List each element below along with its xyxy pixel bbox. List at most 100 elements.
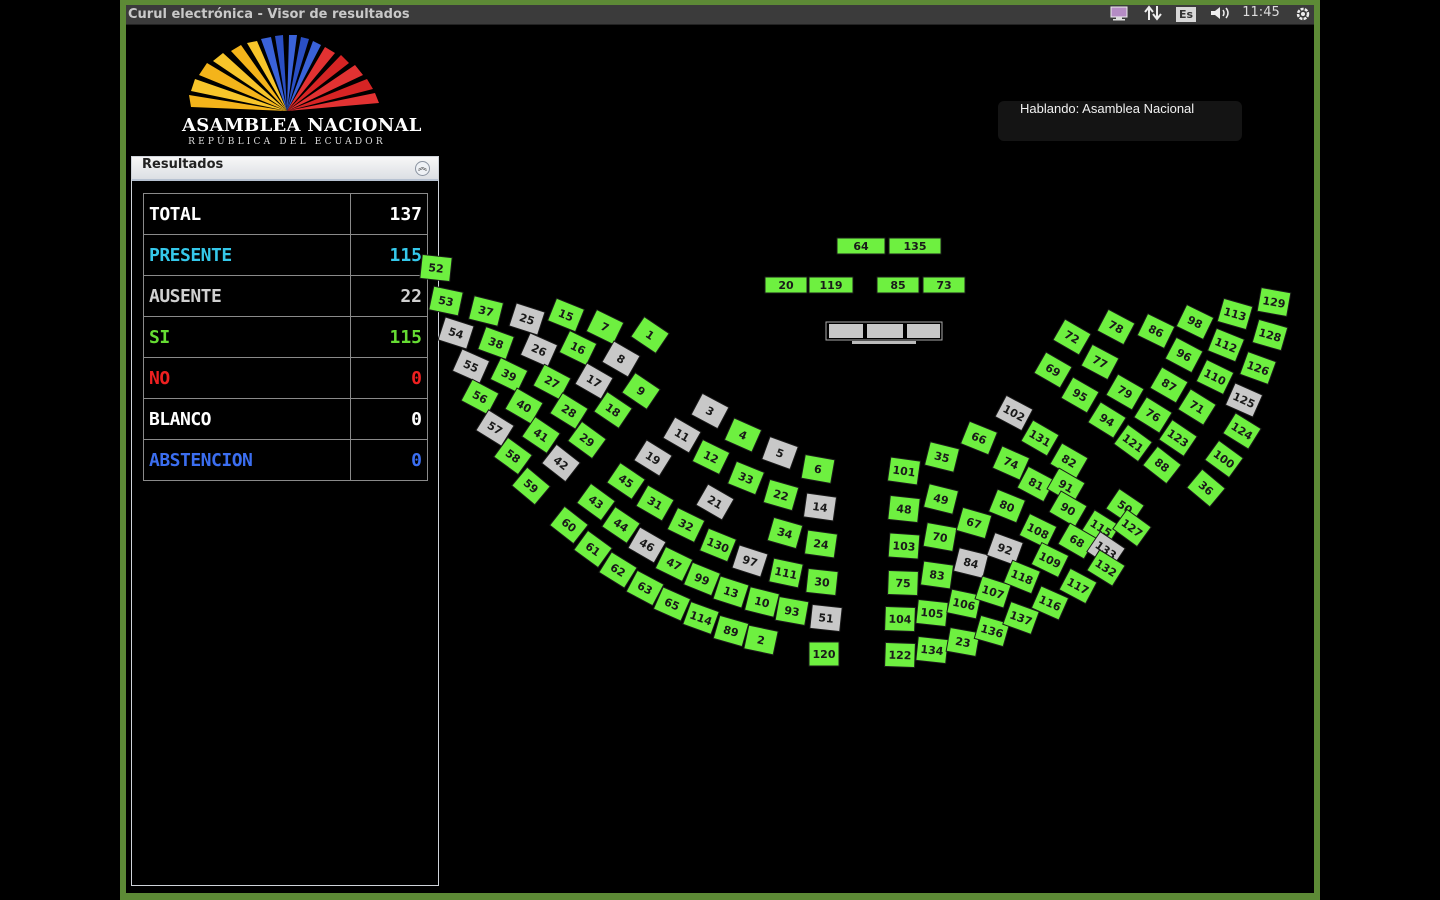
seat-101[interactable]: 101 xyxy=(886,456,922,486)
seat-92[interactable]: 92 xyxy=(986,531,1024,567)
seat-114[interactable]: 114 xyxy=(682,600,720,636)
seat-100[interactable]: 100 xyxy=(1204,439,1244,479)
seat-16[interactable]: 16 xyxy=(558,329,598,367)
seat-88[interactable]: 88 xyxy=(1142,445,1182,485)
seat-79[interactable]: 79 xyxy=(1105,373,1145,411)
seat-124[interactable]: 124 xyxy=(1222,412,1262,450)
seat-125[interactable]: 125 xyxy=(1224,382,1264,418)
seat-30[interactable]: 30 xyxy=(805,567,839,597)
seat-32[interactable]: 32 xyxy=(666,506,706,544)
monitor-icon[interactable] xyxy=(1108,5,1130,24)
clock[interactable]: 11:45 xyxy=(1240,5,1282,24)
seat-20[interactable]: 20 xyxy=(764,276,808,294)
seat-86[interactable]: 86 xyxy=(1136,312,1176,350)
seat-75[interactable]: 75 xyxy=(887,569,919,597)
seat-80[interactable]: 80 xyxy=(987,488,1027,524)
seat-108[interactable]: 108 xyxy=(1018,512,1058,550)
seat-25[interactable]: 25 xyxy=(508,302,546,336)
seat-94[interactable]: 94 xyxy=(1087,401,1127,439)
seat-113[interactable]: 113 xyxy=(1216,297,1254,331)
seat-67[interactable]: 67 xyxy=(955,506,993,540)
seat-2[interactable]: 2 xyxy=(743,624,779,656)
seat-5[interactable]: 5 xyxy=(761,435,799,471)
seat-1[interactable]: 1 xyxy=(630,315,670,355)
seat-7[interactable]: 7 xyxy=(585,308,625,346)
seat-103[interactable]: 103 xyxy=(887,532,921,560)
seat-121[interactable]: 121 xyxy=(1113,423,1153,463)
seat-4[interactable]: 4 xyxy=(723,417,763,453)
seat-69[interactable]: 69 xyxy=(1033,351,1073,389)
seat-54[interactable]: 54 xyxy=(437,316,475,350)
seat-77[interactable]: 77 xyxy=(1080,343,1120,381)
seat-21[interactable]: 21 xyxy=(695,483,735,521)
seat-13[interactable]: 13 xyxy=(712,575,750,609)
seat-96[interactable]: 96 xyxy=(1164,336,1204,374)
seat-64[interactable]: 64 xyxy=(836,237,886,255)
seat-131[interactable]: 131 xyxy=(1020,419,1060,457)
seat-52[interactable]: 52 xyxy=(419,253,453,283)
seat-126[interactable]: 126 xyxy=(1239,350,1277,386)
seat-111[interactable]: 111 xyxy=(768,557,804,589)
seat-135[interactable]: 135 xyxy=(888,237,942,255)
seat-45[interactable]: 45 xyxy=(606,461,646,501)
seat-19[interactable]: 19 xyxy=(633,439,673,477)
seat-23[interactable]: 23 xyxy=(945,626,981,658)
seat-53[interactable]: 53 xyxy=(428,285,464,317)
seat-104[interactable]: 104 xyxy=(884,605,916,633)
seat-34[interactable]: 34 xyxy=(766,516,804,550)
seat-37[interactable]: 37 xyxy=(467,295,505,327)
gear-icon[interactable] xyxy=(1292,5,1314,24)
seat-105[interactable]: 105 xyxy=(915,598,949,628)
seat-87[interactable]: 87 xyxy=(1149,366,1189,404)
seat-112[interactable]: 112 xyxy=(1206,327,1246,363)
seat-119[interactable]: 119 xyxy=(808,276,854,294)
seat-31[interactable]: 31 xyxy=(635,484,675,522)
seat-90[interactable]: 90 xyxy=(1048,490,1088,528)
seat-134[interactable]: 134 xyxy=(915,635,949,665)
seat-36[interactable]: 36 xyxy=(1186,468,1226,508)
seat-95[interactable]: 95 xyxy=(1060,376,1100,414)
seat-83[interactable]: 83 xyxy=(919,560,955,590)
seat-70[interactable]: 70 xyxy=(922,521,958,553)
seat-98[interactable]: 98 xyxy=(1175,303,1215,341)
seat-15[interactable]: 15 xyxy=(546,297,586,333)
seat-11[interactable]: 11 xyxy=(662,416,702,454)
seat-8[interactable]: 8 xyxy=(601,340,641,378)
seat-89[interactable]: 89 xyxy=(712,614,750,648)
seat-130[interactable]: 130 xyxy=(698,527,738,563)
seat-14[interactable]: 14 xyxy=(802,492,838,522)
seat-71[interactable]: 71 xyxy=(1177,388,1217,426)
keyboard-layout-indicator[interactable]: Es xyxy=(1176,7,1196,22)
seat-93[interactable]: 93 xyxy=(774,595,810,627)
seat-51[interactable]: 51 xyxy=(809,603,843,633)
seat-84[interactable]: 84 xyxy=(952,547,990,579)
seat-78[interactable]: 78 xyxy=(1096,308,1136,346)
seat-85[interactable]: 85 xyxy=(876,276,920,294)
seat-66[interactable]: 66 xyxy=(959,420,999,456)
seat-38[interactable]: 38 xyxy=(477,325,515,361)
seat-3[interactable]: 3 xyxy=(690,392,730,430)
seat-35[interactable]: 35 xyxy=(923,441,961,473)
seat-106[interactable]: 106 xyxy=(946,588,982,620)
seat-122[interactable]: 122 xyxy=(884,641,916,669)
seat-9[interactable]: 9 xyxy=(621,371,661,411)
seat-128[interactable]: 128 xyxy=(1251,318,1289,352)
seat-73[interactable]: 73 xyxy=(922,276,966,294)
seat-110[interactable]: 110 xyxy=(1195,358,1235,396)
seat-33[interactable]: 33 xyxy=(726,460,766,496)
seat-48[interactable]: 48 xyxy=(887,494,921,524)
seat-6[interactable]: 6 xyxy=(800,453,836,485)
seat-55[interactable]: 55 xyxy=(451,348,491,384)
seat-102[interactable]: 102 xyxy=(994,394,1034,432)
seat-10[interactable]: 10 xyxy=(743,586,781,618)
seat-49[interactable]: 49 xyxy=(922,483,960,515)
seat-24[interactable]: 24 xyxy=(803,529,839,559)
network-icon[interactable] xyxy=(1142,5,1164,24)
seat-97[interactable]: 97 xyxy=(731,544,769,578)
seat-72[interactable]: 72 xyxy=(1052,318,1092,356)
seat-12[interactable]: 12 xyxy=(691,438,731,476)
seat-39[interactable]: 39 xyxy=(489,356,529,394)
seat-129[interactable]: 129 xyxy=(1256,286,1292,318)
seat-22[interactable]: 22 xyxy=(762,478,800,512)
seat-120[interactable]: 120 xyxy=(808,641,840,667)
